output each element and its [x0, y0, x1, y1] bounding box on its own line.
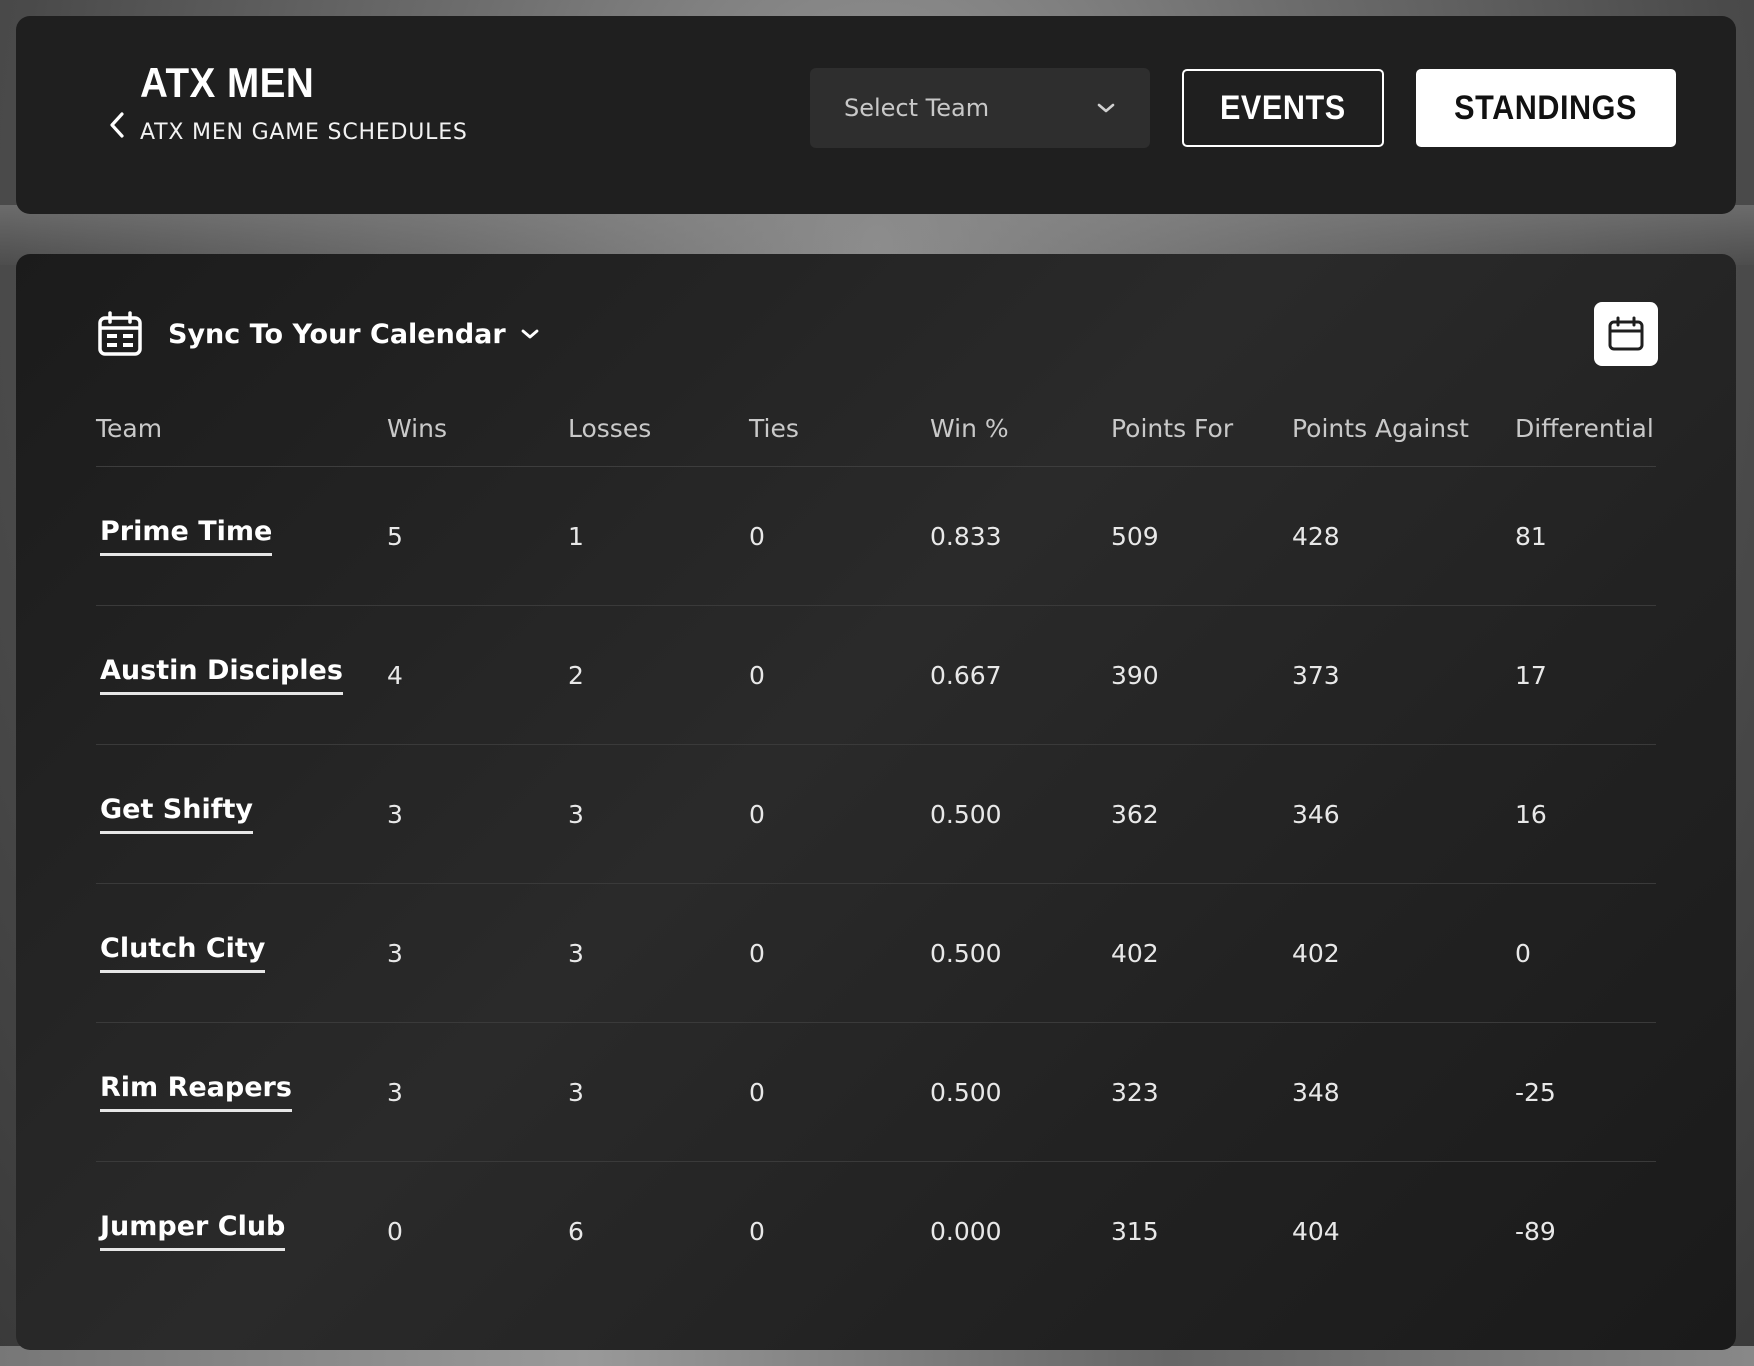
losses-cell: 3 — [568, 883, 749, 1023]
points-against-cell: 346 — [1292, 744, 1515, 884]
team-cell: Jumper Club — [96, 1162, 387, 1301]
column-header-differential[interactable]: Differential — [1515, 390, 1656, 467]
ties-cell: 0 — [749, 1216, 765, 1246]
differential-cell: -25 — [1515, 1022, 1656, 1162]
wins-cell: 4 — [387, 605, 568, 745]
select-team-dropdown[interactable]: Select Team — [810, 68, 1150, 148]
ties-cell: 0 — [749, 883, 930, 1023]
points-for-cell: 362 — [1111, 744, 1292, 884]
points-for-cell: 402 — [1111, 883, 1292, 1023]
table-row: Get Shifty 3 3 0 0.500 362 346 16 — [96, 744, 1656, 884]
sync-calendar-dropdown[interactable]: Sync To Your Calendar — [96, 310, 540, 358]
losses-cell: 3 — [568, 744, 749, 884]
column-header-points-for[interactable]: Points For — [1111, 390, 1292, 467]
calendar-button[interactable] — [1594, 302, 1658, 366]
win-pct-cell: 0.500 — [930, 744, 1111, 884]
win-pct-cell: 0.667 — [930, 605, 1111, 745]
ties-cell: 0 — [749, 744, 930, 884]
team-cell: Rim Reapers — [96, 1022, 387, 1162]
back-button[interactable] — [100, 102, 134, 148]
page-title: ATX MEN — [140, 59, 315, 106]
points-against-cell: 348 — [1292, 1022, 1515, 1162]
header-card: ATX MEN ATX MEN GAME SCHEDULES Select Te… — [16, 16, 1736, 214]
points-against-cell: 428 — [1292, 466, 1515, 606]
table-row: Prime Time 5 1 0 0.833 509 428 81 — [96, 466, 1656, 606]
differential-cell: 17 — [1515, 605, 1656, 745]
standings-card: Sync To Your Calendar Team Wins Losses T… — [16, 254, 1736, 1350]
calendar-grid-icon — [98, 311, 142, 356]
column-header-losses[interactable]: Losses — [568, 390, 749, 467]
differential-cell: 81 — [1515, 466, 1656, 606]
points-against-cell: 404 — [1292, 1216, 1340, 1246]
team-cell: Get Shifty — [96, 744, 387, 884]
losses-cell: 2 — [568, 605, 749, 745]
points-for-cell: 390 — [1111, 605, 1292, 745]
calendar-icon — [1608, 316, 1644, 351]
team-link[interactable]: Prime Time — [100, 516, 273, 556]
team-cell: Clutch City — [96, 883, 387, 1023]
points-against-cell: 373 — [1292, 605, 1515, 745]
team-link[interactable]: Austin Disciples — [100, 655, 343, 695]
chevron-down-icon — [1097, 103, 1115, 113]
events-button-label: EVENTS — [1220, 88, 1346, 127]
ties-cell: 0 — [749, 466, 930, 606]
team-link[interactable]: Get Shifty — [100, 794, 253, 834]
wins-cell: 0 — [387, 1216, 403, 1246]
column-header-wins[interactable]: Wins — [387, 390, 568, 467]
events-button[interactable]: EVENTS — [1182, 69, 1384, 147]
ties-cell: 0 — [749, 605, 930, 745]
losses-cell: 6 — [568, 1216, 584, 1246]
points-against-cell: 402 — [1292, 883, 1515, 1023]
table-row: Jumper Club 0 6 0 0.000 315 404 -89 — [96, 1162, 1656, 1301]
column-header-team[interactable]: Team — [96, 390, 387, 467]
wins-cell: 3 — [387, 1022, 568, 1162]
team-cell: Austin Disciples — [96, 605, 387, 745]
table-row: Clutch City 3 3 0 0.500 402 402 0 — [96, 883, 1656, 1023]
differential-cell: -89 — [1515, 1216, 1556, 1246]
standings-button[interactable]: STANDINGS — [1416, 69, 1676, 147]
select-team-placeholder: Select Team — [844, 94, 990, 122]
losses-cell: 1 — [568, 466, 749, 606]
title-block: ATX MEN ATX MEN GAME SCHEDULES — [140, 59, 468, 146]
standings-table: Team Wins Losses Ties Win % Points For P… — [96, 390, 1656, 1300]
wins-cell: 3 — [387, 883, 568, 1023]
points-for-cell: 509 — [1111, 466, 1292, 606]
table-row: Austin Disciples 4 2 0 0.667 390 373 17 — [96, 605, 1656, 745]
wins-cell: 5 — [387, 466, 568, 606]
losses-cell: 3 — [568, 1022, 749, 1162]
win-pct-cell: 0.500 — [930, 1022, 1111, 1162]
chevron-down-icon — [521, 329, 539, 339]
page-subtitle: ATX MEN GAME SCHEDULES — [140, 120, 468, 145]
column-header-win-pct[interactable]: Win % — [930, 390, 1111, 467]
chevron-left-icon — [110, 112, 124, 138]
wins-cell: 3 — [387, 744, 568, 884]
team-link[interactable]: Rim Reapers — [100, 1072, 292, 1112]
ties-cell: 0 — [749, 1022, 930, 1162]
team-cell: Prime Time — [96, 466, 387, 606]
standings-button-label: STANDINGS — [1454, 88, 1638, 127]
team-link[interactable]: Clutch City — [100, 933, 266, 973]
table-header-row: Team Wins Losses Ties Win % Points For P… — [96, 390, 1656, 467]
differential-cell: 0 — [1515, 883, 1656, 1023]
win-pct-cell: 0.500 — [930, 883, 1111, 1023]
sync-calendar-label: Sync To Your Calendar — [168, 318, 506, 350]
table-row: Rim Reapers 3 3 0 0.500 323 348 -25 — [96, 1022, 1656, 1162]
column-header-ties[interactable]: Ties — [749, 390, 930, 467]
win-pct-cell: 0.000 — [930, 1216, 1002, 1246]
points-for-cell: 323 — [1111, 1022, 1292, 1162]
column-header-points-against[interactable]: Points Against — [1292, 390, 1515, 467]
points-for-cell: 315 — [1111, 1216, 1159, 1246]
team-link[interactable]: Jumper Club — [100, 1211, 286, 1251]
differential-cell: 16 — [1515, 744, 1656, 884]
win-pct-cell: 0.833 — [930, 466, 1111, 606]
